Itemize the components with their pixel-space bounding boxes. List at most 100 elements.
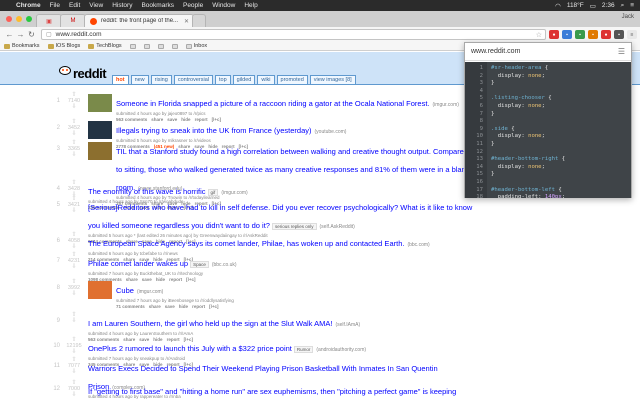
css-code[interactable]: #sr-header-area { display: none; } .list… bbox=[491, 65, 565, 198]
bookmark-item[interactable]: Bookmarks bbox=[4, 43, 40, 49]
post-title[interactable]: OnePlus 2 rumored to launch this July wi… bbox=[88, 344, 292, 353]
post-domain[interactable]: (bbc.co.uk) bbox=[212, 262, 237, 268]
extension-dark-icon[interactable]: ▪ bbox=[614, 30, 624, 39]
bookmark-item[interactable] bbox=[143, 43, 150, 49]
line-number: 8 bbox=[479, 118, 483, 125]
clock[interactable]: 2:36 bbox=[602, 2, 615, 9]
post-domain[interactable]: (bbc.com) bbox=[407, 242, 429, 248]
tab-2[interactable]: M bbox=[60, 14, 86, 27]
tab-view-images[interactable]: view images [8] bbox=[309, 75, 356, 84]
menu-edit[interactable]: Edit bbox=[69, 2, 80, 9]
post-domain[interactable]: (imgur.com) bbox=[433, 102, 459, 108]
post-title[interactable]: Someone in Florida snapped a picture of … bbox=[116, 99, 430, 108]
profile-name[interactable]: Jack bbox=[622, 14, 634, 20]
address-bar[interactable]: ▢ www.reddit.com ☆ bbox=[41, 29, 546, 40]
zoom-window-icon[interactable] bbox=[26, 16, 32, 22]
downvote-arrow-icon[interactable]: ⇩ bbox=[62, 208, 86, 214]
tab-gilded[interactable]: gilded bbox=[232, 75, 256, 84]
menu-help[interactable]: Help bbox=[244, 2, 257, 9]
tab-controversial[interactable]: controversial bbox=[173, 75, 213, 84]
page-info-icon[interactable]: ▢ bbox=[46, 31, 52, 38]
menu-file[interactable]: File bbox=[50, 2, 60, 9]
menu-people[interactable]: People bbox=[183, 2, 203, 9]
chrome-menu-icon[interactable]: ≡ bbox=[627, 30, 637, 39]
extension-blue-icon[interactable]: ▪ bbox=[562, 30, 572, 39]
bookmark-star-icon[interactable]: ☆ bbox=[536, 31, 542, 39]
tab-new[interactable]: new bbox=[130, 75, 149, 84]
post-domain[interactable]: (imgur.com) bbox=[137, 289, 163, 295]
tab-top[interactable]: top bbox=[215, 75, 231, 84]
extension-green-icon[interactable]: ▪ bbox=[575, 30, 585, 39]
share-button[interactable]: share bbox=[149, 304, 161, 309]
downvote-arrow-icon[interactable]: ⇩ bbox=[62, 349, 86, 355]
close-tab-icon[interactable]: ✕ bbox=[184, 18, 189, 25]
post-domain[interactable]: (youtube.com) bbox=[315, 129, 347, 135]
reddit-logo[interactable]: reddit bbox=[73, 66, 107, 81]
link-comments-button[interactable]: [l+c] bbox=[209, 304, 218, 309]
bookmark-item[interactable]: TechBlogs bbox=[88, 43, 122, 49]
post-thumbnail[interactable] bbox=[88, 121, 112, 139]
tab-1[interactable]: ▣ bbox=[36, 14, 62, 27]
post-title[interactable]: The European Space Agency says its comet… bbox=[88, 239, 404, 248]
reload-icon[interactable]: ↻ bbox=[26, 30, 37, 39]
notification-icon[interactable]: ≡ bbox=[630, 2, 634, 9]
post-domain[interactable]: (imgur.com) bbox=[221, 190, 247, 196]
post-domain[interactable]: (androidauthority.com) bbox=[316, 347, 366, 353]
downvote-arrow-icon[interactable]: ⇩ bbox=[62, 369, 86, 375]
downvote-arrow-icon[interactable]: ⇩ bbox=[62, 318, 86, 324]
downvote-arrow-icon[interactable]: ⇩ bbox=[62, 104, 86, 110]
post-title[interactable]: The enormity of this wave is horrific bbox=[88, 187, 206, 196]
hide-button[interactable]: hide bbox=[179, 304, 188, 309]
post-thumbnail[interactable] bbox=[88, 94, 112, 112]
downvote-arrow-icon[interactable]: ⇩ bbox=[62, 244, 86, 250]
bookmark-item[interactable] bbox=[157, 43, 164, 49]
menu-view[interactable]: View bbox=[89, 2, 103, 9]
battery-icon[interactable]: ▭ bbox=[590, 2, 596, 10]
extension-badge-icon[interactable]: ● bbox=[601, 30, 611, 39]
menu-app-chrome[interactable]: Chrome bbox=[16, 2, 41, 9]
comments-link[interactable]: 71 comments bbox=[116, 304, 145, 309]
downvote-arrow-icon[interactable]: ⇩ bbox=[62, 152, 86, 158]
extension-red-icon[interactable]: ● bbox=[549, 30, 559, 39]
menu-bookmarks[interactable]: Bookmarks bbox=[141, 2, 174, 9]
tab-reddit[interactable]: reddit: the front page of the... ✕ bbox=[84, 14, 194, 27]
menu-window[interactable]: Window bbox=[212, 2, 235, 9]
search-icon[interactable]: ⌕ bbox=[621, 2, 625, 10]
new-tab-button[interactable] bbox=[192, 14, 206, 27]
tab-promoted[interactable]: promoted bbox=[276, 75, 308, 84]
bookmark-item[interactable]: Inbox bbox=[185, 43, 207, 49]
wifi-icon[interactable]: ◠ bbox=[555, 2, 561, 10]
downvote-arrow-icon[interactable]: ⇩ bbox=[62, 392, 86, 398]
tab-hot[interactable]: hot bbox=[112, 75, 129, 84]
bookmark-item[interactable] bbox=[129, 43, 136, 49]
close-window-icon[interactable] bbox=[6, 16, 12, 22]
post-domain[interactable]: (self.AskReddit) bbox=[320, 224, 355, 230]
snoo-alien-icon[interactable] bbox=[58, 62, 72, 78]
forward-icon[interactable]: → bbox=[15, 30, 26, 39]
tab-wiki[interactable]: wiki bbox=[257, 75, 275, 84]
post-domain[interactable]: (self.IAmA) bbox=[335, 322, 360, 328]
save-button[interactable]: save bbox=[165, 304, 175, 309]
post-title[interactable]: If "getting to first base" and "hitting … bbox=[88, 387, 456, 400]
post-thumbnail[interactable] bbox=[88, 281, 112, 299]
post-title[interactable]: Philae comet lander wakes up bbox=[88, 259, 188, 268]
report-button[interactable]: report bbox=[192, 304, 205, 309]
page-icon bbox=[129, 43, 136, 49]
tab-rising[interactable]: rising bbox=[150, 75, 172, 84]
downvote-arrow-icon[interactable]: ⇩ bbox=[62, 291, 86, 297]
downvote-arrow-icon[interactable]: ⇩ bbox=[62, 131, 86, 137]
post-title[interactable]: Cube bbox=[116, 286, 134, 295]
css-editor[interactable]: 1 2 3 4 5 6 7 8 9 10 11 12 13 14 15 16 17 18 #sr-header-a… bbox=[465, 62, 631, 198]
minimize-window-icon[interactable] bbox=[16, 16, 22, 22]
post-body: Philae comet lander wakes up Space (bbc.co… bbox=[88, 253, 483, 283]
post-title[interactable]: Illegals trying to sneak into the UK fro… bbox=[116, 126, 312, 135]
back-icon[interactable]: ← bbox=[4, 30, 15, 39]
post-thumbnail[interactable] bbox=[88, 142, 112, 160]
bookmark-item[interactable] bbox=[171, 43, 178, 49]
downvote-arrow-icon[interactable]: ⇩ bbox=[62, 264, 86, 270]
menu-history[interactable]: History bbox=[112, 2, 132, 9]
post-title[interactable]: I am Lauren Southern, the girl who held … bbox=[88, 319, 332, 328]
popup-settings-icon[interactable]: ☰ bbox=[618, 47, 625, 56]
bookmark-item[interactable]: IOS Blogs bbox=[47, 43, 80, 49]
extension-orange-icon[interactable]: ▪ bbox=[588, 30, 598, 39]
